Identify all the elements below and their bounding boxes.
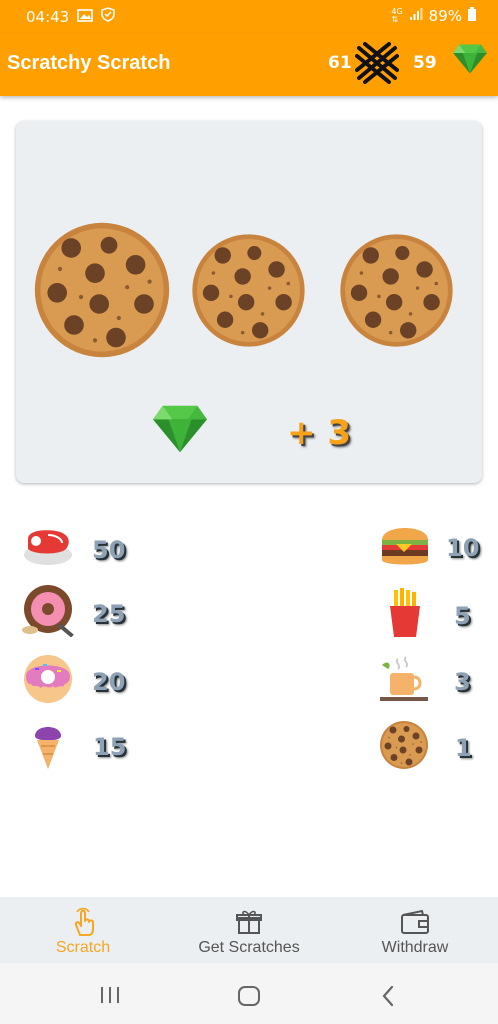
burger-icon (380, 522, 430, 573)
home-button[interactable] (237, 985, 261, 1012)
prize-row-tea: 3 (378, 655, 471, 708)
tab-scratch-label: Scratch (55, 939, 111, 956)
system-navigation-bar (0, 963, 498, 1024)
tab-withdraw[interactable]: Withdraw (332, 897, 498, 963)
prize-value-donut: 20 (92, 667, 126, 696)
prize-value-cookie: 1 (455, 733, 472, 762)
tab-get-scratches-label: Get Scratches (198, 939, 300, 956)
prize-row-donut: 20 (23, 654, 125, 709)
prize-row-burger: 10 (380, 522, 479, 573)
fries-icon (388, 588, 422, 643)
tab-scratch[interactable]: Scratch (0, 897, 166, 963)
recent-apps-button[interactable] (99, 985, 121, 1010)
prize-value-donut-plate: 25 (92, 599, 126, 628)
status-bar: 04:43 4G ⇅ 89% (0, 0, 498, 34)
hand-tap-icon (71, 907, 97, 942)
prize-value-ice-cream: 15 (93, 732, 127, 761)
tea-icon (378, 655, 430, 708)
gem-icon (452, 42, 488, 81)
battery-percent: 89% (428, 7, 462, 25)
battery-icon (468, 7, 476, 25)
gem-count: 59 (413, 53, 437, 73)
scratch-count: 61 (328, 53, 352, 73)
donut-plate-icon (18, 585, 78, 642)
status-time: 04:43 (26, 7, 70, 26)
prize-value-tea: 3 (454, 667, 471, 696)
app-title: Scratchy Scratch (7, 52, 171, 74)
prize-value: + 3 (287, 413, 351, 453)
app-bar: Scratchy Scratch 61 59 (0, 34, 498, 96)
cookie-icon (190, 232, 307, 354)
cookie-icon (32, 220, 172, 365)
prize-row-ice-cream: 15 (31, 718, 126, 775)
donut-icon (23, 654, 73, 709)
bottom-navigation: Scratch Get Scratches Withdraw (0, 897, 498, 963)
back-button[interactable] (380, 985, 396, 1012)
prize-value-fries: 5 (454, 601, 471, 630)
prize-row-fries: 5 (388, 588, 471, 643)
tab-withdraw-label: Withdraw (381, 939, 449, 956)
prize-row-donut-plate: 25 (18, 585, 125, 642)
prize-row-steak: 50 (22, 525, 125, 574)
shield-icon (101, 7, 115, 26)
signal-icon (409, 7, 423, 25)
ice-cream-icon (31, 718, 65, 775)
steak-icon (22, 525, 74, 574)
image-icon (77, 8, 94, 26)
cookie-icon (379, 720, 429, 775)
prize-gem-icon (151, 404, 209, 459)
gift-icon (236, 909, 262, 940)
prize-row-cookie: 1 (379, 720, 472, 775)
cookie-icon (338, 232, 455, 354)
scratch-marks-icon (355, 42, 399, 89)
network-4g-icon: 4G ⇅ (391, 7, 403, 24)
prize-value-steak: 50 (92, 535, 126, 564)
prize-value-burger: 10 (446, 533, 480, 562)
tab-get-scratches[interactable]: Get Scratches (166, 897, 332, 963)
wallet-icon (400, 909, 430, 940)
